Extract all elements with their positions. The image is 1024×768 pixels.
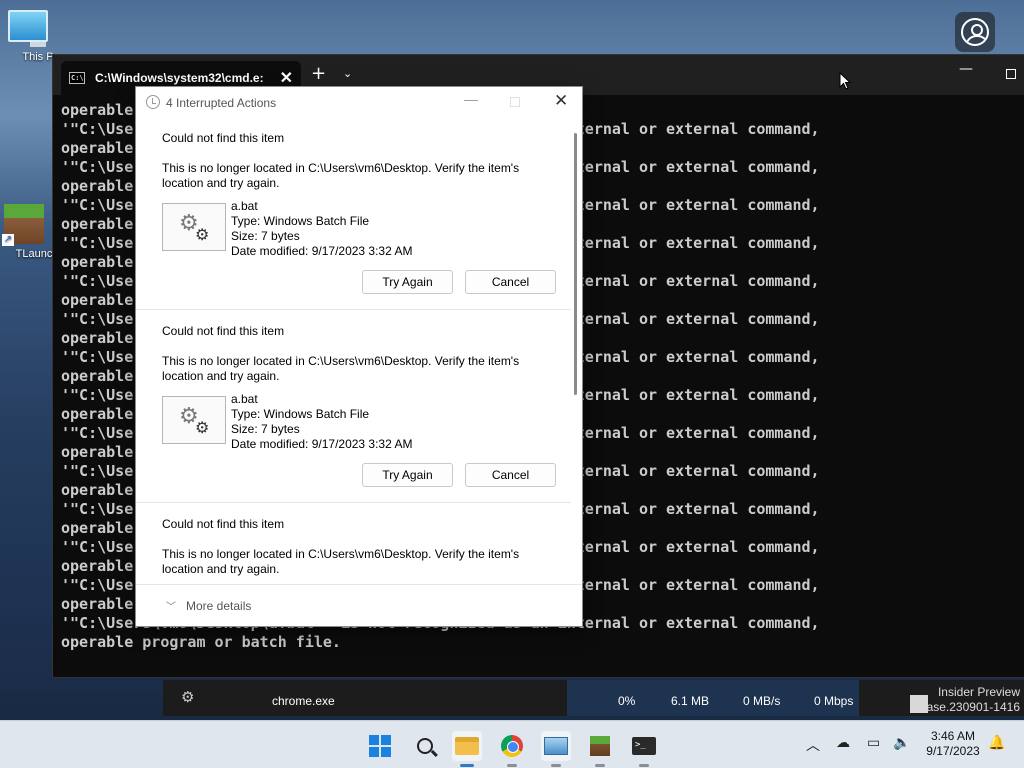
clock-date: 9/17/2023 <box>926 744 980 758</box>
try-again-button[interactable]: Try Again <box>362 270 453 294</box>
file-type: Type: Windows Batch File <box>231 407 370 421</box>
gear-icon[interactable]: ⚙ <box>181 688 194 706</box>
taskbar: >_ ︿ ☁ ▭ 🔈 3:46 AM 9/17/2023 🔔 <box>0 720 1024 768</box>
running-indicator <box>507 764 517 767</box>
process-name[interactable]: chrome.exe <box>272 694 335 708</box>
onedrive-icon[interactable]: ☁ <box>836 735 850 751</box>
tab-title: C:\Windows\system32\cmd.e: <box>95 71 264 85</box>
monitor-icon <box>8 10 68 47</box>
file-details: a.bat Type: Windows Batch File Size: 7 b… <box>231 392 412 452</box>
cmd-icon: C:\ <box>69 72 85 84</box>
item-heading: Could not find this item <box>162 324 285 338</box>
notification-bell-icon[interactable]: 🔔 <box>988 735 1005 751</box>
dialog-footer: ﹀ More details <box>136 584 582 627</box>
network-value: 0 Mbps <box>814 694 854 708</box>
cpu-value: 0% <box>618 694 636 708</box>
new-tab-button[interactable]: + <box>311 63 326 84</box>
mouse-cursor-icon <box>839 72 851 90</box>
item-message: This is no longer located in C:\Users\vm… <box>162 161 520 190</box>
watermark-line: Insider Preview <box>937 685 1020 699</box>
interrupted-actions-dialog[interactable]: 4 Interrupted Actions — ✕ Could not find… <box>135 86 583 627</box>
maximize-button[interactable] <box>1006 69 1016 79</box>
file-name: a.bat <box>231 199 258 213</box>
network-icon[interactable]: ▭ <box>867 735 880 751</box>
chevron-down-icon[interactable]: ⌄ <box>343 67 352 80</box>
interrupted-item: Could not find this item This is no long… <box>136 310 571 503</box>
running-indicator <box>551 764 561 767</box>
user-icon <box>961 18 989 46</box>
running-indicator <box>595 764 605 767</box>
running-indicator <box>639 764 649 767</box>
terminal-icon: >_ <box>632 737 656 755</box>
try-again-button[interactable]: Try Again <box>362 463 453 487</box>
clock-time: 3:46 AM <box>930 729 976 743</box>
square-icon <box>910 695 928 713</box>
taskbar-clock[interactable]: 3:46 AM 9/17/2023 <box>918 729 988 759</box>
watermark-line: ase.230901-1416 <box>926 700 1020 714</box>
taskbar-chrome[interactable] <box>497 731 527 767</box>
task-manager-icon <box>544 737 568 755</box>
file-date-modified: Date modified: 9/17/2023 3:32 AM <box>231 244 413 258</box>
interrupted-item: Could not find this item This is no long… <box>136 503 571 584</box>
task-manager-strip: ⚙ chrome.exe 0% 6.1 MB 0 MB/s 0 Mbps <box>163 680 1024 716</box>
file-type: Type: Windows Batch File <box>231 214 370 228</box>
dialog-title-bar[interactable]: 4 Interrupted Actions — ✕ <box>136 87 582 117</box>
close-button[interactable]: ✕ <box>554 91 568 111</box>
volume-muted-icon[interactable]: 🔈 <box>893 735 910 751</box>
file-size: Size: 7 bytes <box>231 422 300 436</box>
minecraft-icon <box>590 736 610 756</box>
terminal-line: operable program or batch file. <box>61 633 341 651</box>
folder-icon <box>455 737 479 755</box>
chevron-down-icon[interactable]: ﹀ <box>166 598 176 613</box>
chrome-icon <box>501 735 523 757</box>
shortcut-arrow-icon: ↗ <box>2 234 14 246</box>
close-tab-icon[interactable]: ✕ <box>280 68 293 88</box>
chevron-up-icon[interactable]: ︿ <box>806 735 820 755</box>
search-button[interactable] <box>410 731 440 761</box>
insider-watermark: Insider Preview ase.230901-1416 <box>927 685 1020 715</box>
disk-value: 0 MB/s <box>743 694 781 708</box>
cancel-button[interactable]: Cancel <box>465 270 556 294</box>
minimize-button[interactable]: — <box>959 61 973 77</box>
interrupted-item: Could not find this item This is no long… <box>136 117 571 310</box>
batch-file-icon: ⚙ ⚙ <box>162 203 226 251</box>
minimize-button[interactable]: — <box>464 91 478 107</box>
taskbar-minecraft[interactable] <box>585 731 615 767</box>
clock-icon <box>146 95 160 109</box>
file-size: Size: 7 bytes <box>231 229 300 243</box>
dialog-title: 4 Interrupted Actions <box>166 96 277 110</box>
item-message: This is no longer located in C:\Users\vm… <box>162 354 520 383</box>
search-icon <box>417 738 433 754</box>
start-button[interactable] <box>365 731 395 761</box>
taskbar-task-manager[interactable] <box>541 731 571 767</box>
file-date-modified: Date modified: 9/17/2023 3:32 AM <box>231 437 413 451</box>
dialog-item-list[interactable]: Could not find this item This is no long… <box>136 117 571 584</box>
cancel-button[interactable]: Cancel <box>465 463 556 487</box>
batch-file-icon: ⚙ ⚙ <box>162 396 226 444</box>
taskbar-file-explorer[interactable] <box>452 731 482 767</box>
windows-logo-icon <box>369 735 391 757</box>
user-account-button[interactable] <box>955 12 995 52</box>
more-details-toggle[interactable]: More details <box>186 599 251 613</box>
taskbar-terminal[interactable]: >_ <box>629 731 659 767</box>
item-heading: Could not find this item <box>162 517 285 531</box>
item-message: This is no longer located in C:\Users\vm… <box>162 547 520 576</box>
item-heading: Could not find this item <box>162 131 285 145</box>
file-details: a.bat Type: Windows Batch File Size: 7 b… <box>231 199 412 259</box>
scrollbar[interactable] <box>574 133 577 395</box>
maximize-button <box>510 97 520 107</box>
active-indicator <box>460 764 474 767</box>
memory-value: 6.1 MB <box>671 694 710 708</box>
file-name: a.bat <box>231 392 258 406</box>
